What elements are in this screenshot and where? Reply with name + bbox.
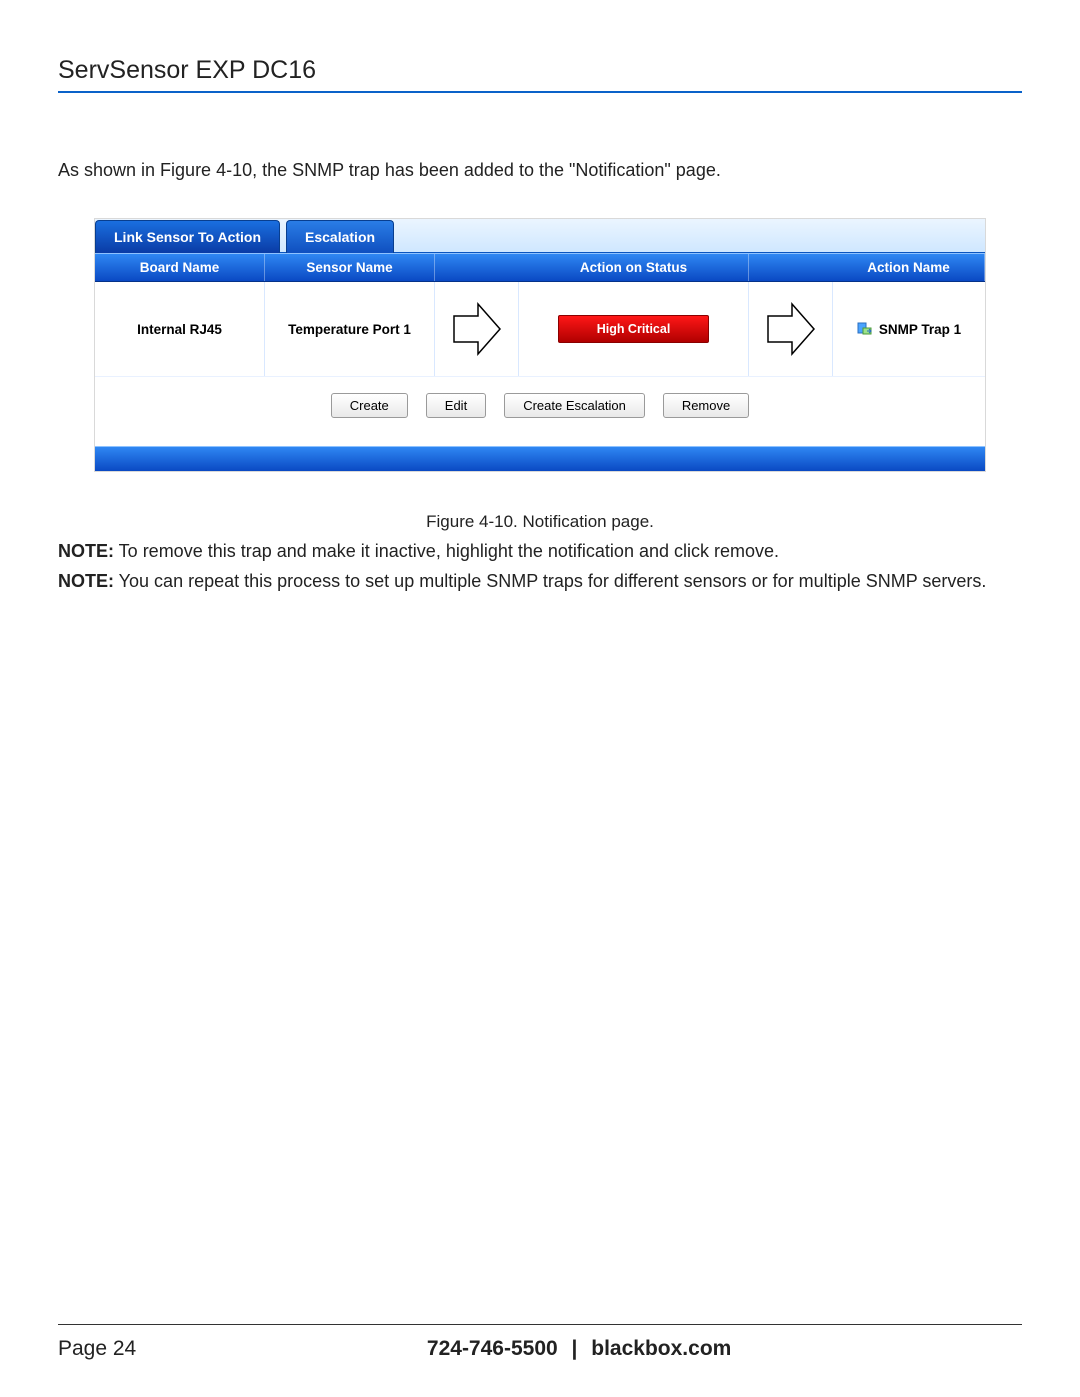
col-header-spacer [435, 254, 519, 281]
footer-site: blackbox.com [591, 1337, 731, 1360]
note-text: You can repeat this process to set up mu… [114, 571, 986, 591]
col-header-sensor-name: Sensor Name [265, 254, 435, 281]
snmp-trap-icon [857, 320, 873, 339]
note-2: NOTE: You can repeat this process to set… [58, 568, 1022, 596]
screenshot-bottom-bar [95, 446, 985, 471]
note-label: NOTE: [58, 541, 114, 561]
screenshot-notification-page: Link Sensor To Action Escalation Board N… [94, 218, 986, 472]
col-header-action-name: Action Name [833, 254, 985, 281]
button-row: Create Edit Create Escalation Remove [95, 376, 985, 446]
arrow-icon [435, 282, 519, 376]
page-footer: Page 24 724-746-5500 | blackbox.com [58, 1324, 1022, 1361]
tab-escalation[interactable]: Escalation [286, 220, 394, 253]
create-button[interactable]: Create [331, 393, 408, 418]
note-label: NOTE: [58, 571, 114, 591]
column-header-row: Board Name Sensor Name Action on Status … [95, 253, 985, 282]
col-header-spacer [749, 254, 833, 281]
figure-caption: Figure 4-10. Notification page. [58, 512, 1022, 532]
edit-button[interactable]: Edit [426, 393, 486, 418]
note-1: NOTE: To remove this trap and make it in… [58, 538, 1022, 566]
table-row[interactable]: Internal RJ45 Temperature Port 1 High Cr… [95, 282, 985, 376]
cell-action-name: SNMP Trap 1 [833, 282, 985, 376]
col-header-board-name: Board Name [95, 254, 265, 281]
footer-separator: | [572, 1337, 578, 1360]
status-badge: High Critical [558, 315, 710, 343]
page-number: Page 24 [58, 1337, 136, 1361]
action-name-label: SNMP Trap 1 [879, 322, 961, 337]
footer-phone: 724-746-5500 [427, 1337, 558, 1360]
cell-action-on-status: High Critical [519, 282, 749, 376]
create-escalation-button[interactable]: Create Escalation [504, 393, 645, 418]
remove-button[interactable]: Remove [663, 393, 749, 418]
arrow-icon [749, 282, 833, 376]
cell-board-name: Internal RJ45 [95, 282, 265, 376]
note-text: To remove this trap and make it inactive… [114, 541, 779, 561]
intro-paragraph: As shown in Figure 4-10, the SNMP trap h… [58, 157, 1022, 184]
col-header-action-status: Action on Status [519, 254, 749, 281]
tab-bar: Link Sensor To Action Escalation [95, 219, 985, 253]
tab-link-sensor-to-action[interactable]: Link Sensor To Action [95, 220, 280, 253]
cell-sensor-name: Temperature Port 1 [265, 282, 435, 376]
page-title: ServSensor EXP DC16 [58, 56, 1022, 93]
